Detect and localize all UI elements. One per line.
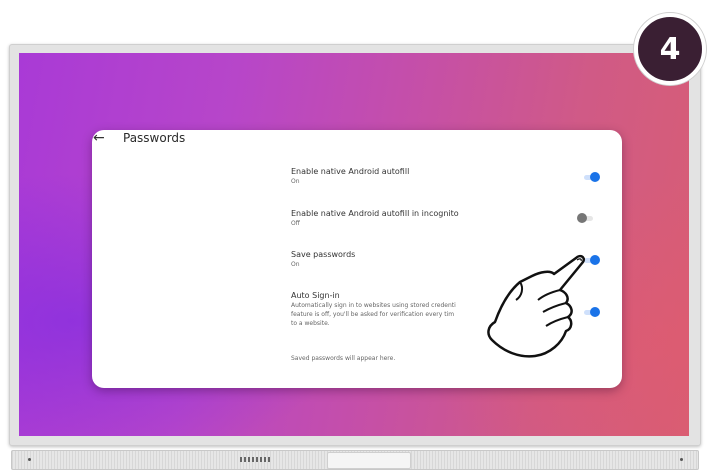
- step-number: 4: [659, 31, 681, 67]
- display-bottom-bar: [11, 450, 699, 470]
- setting-status: On: [291, 261, 300, 268]
- toggle-thumb: [590, 255, 600, 265]
- toggle-thumb: [590, 307, 600, 317]
- setting-native-autofill[interactable]: Enable native Android autofill On: [291, 166, 409, 186]
- tutorial-stage: 4 ← Passwords Enable native Android auto…: [0, 0, 707, 474]
- arrow-left-icon[interactable]: ←: [93, 130, 105, 146]
- setting-label: Auto Sign-in: [291, 291, 340, 300]
- toggle-thumb: [590, 172, 600, 182]
- setting-save-passwords[interactable]: Save passwords On: [291, 249, 355, 269]
- control-panel: [327, 452, 411, 469]
- setting-description-line-3: to a website.: [291, 320, 330, 327]
- ports-strip: [240, 457, 270, 462]
- saved-passwords-empty-hint: Saved passwords will appear here.: [291, 355, 396, 362]
- setting-label: Enable native Android autofill in incogn…: [291, 209, 459, 218]
- setting-description-line-2: feature is off, you'll be asked for veri…: [291, 311, 455, 318]
- toggle-autofill-incognito[interactable]: [577, 213, 595, 223]
- setting-autofill-incognito[interactable]: Enable native Android autofill in incogn…: [291, 208, 459, 228]
- pointing-hand-icon: [487, 254, 585, 358]
- indicator-dot-left: [28, 458, 31, 461]
- toggle-native-autofill[interactable]: [582, 172, 600, 182]
- step-badge: 4: [634, 13, 706, 85]
- setting-label: Enable native Android autofill: [291, 167, 410, 176]
- setting-label: Save passwords: [291, 250, 356, 259]
- setting-status: Off: [291, 220, 300, 227]
- page-title: Passwords: [123, 131, 186, 145]
- setting-description-line-1: Automatically sign in to websites using …: [291, 302, 456, 309]
- setting-status: On: [291, 178, 300, 185]
- toggle-thumb: [577, 213, 587, 223]
- indicator-dot-right: [680, 458, 683, 461]
- setting-auto-sign-in[interactable]: Auto Sign-in Automatically sign in to we…: [291, 290, 456, 328]
